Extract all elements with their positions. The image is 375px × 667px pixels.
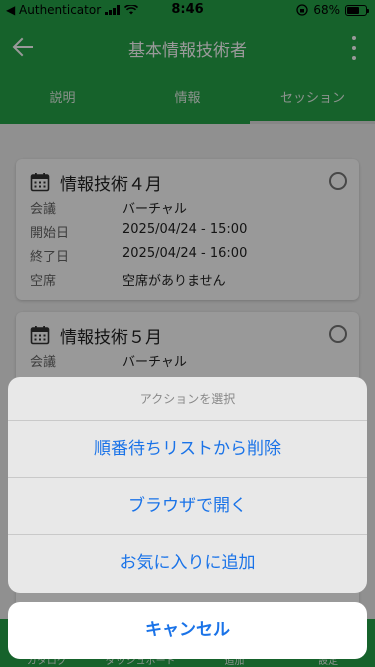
action-sheet: アクションを選択 順番待ちリストから削除 ブラウザで開く お気に入りに追加 xyxy=(8,377,367,593)
action-sheet-title: アクションを選択 xyxy=(8,377,367,421)
cancel-button[interactable]: キャンセル xyxy=(8,602,367,659)
add-to-favorites-button[interactable]: お気に入りに追加 xyxy=(8,535,367,592)
open-in-browser-button[interactable]: ブラウザで開く xyxy=(8,478,367,535)
remove-from-waitlist-button[interactable]: 順番待ちリストから削除 xyxy=(8,421,367,478)
